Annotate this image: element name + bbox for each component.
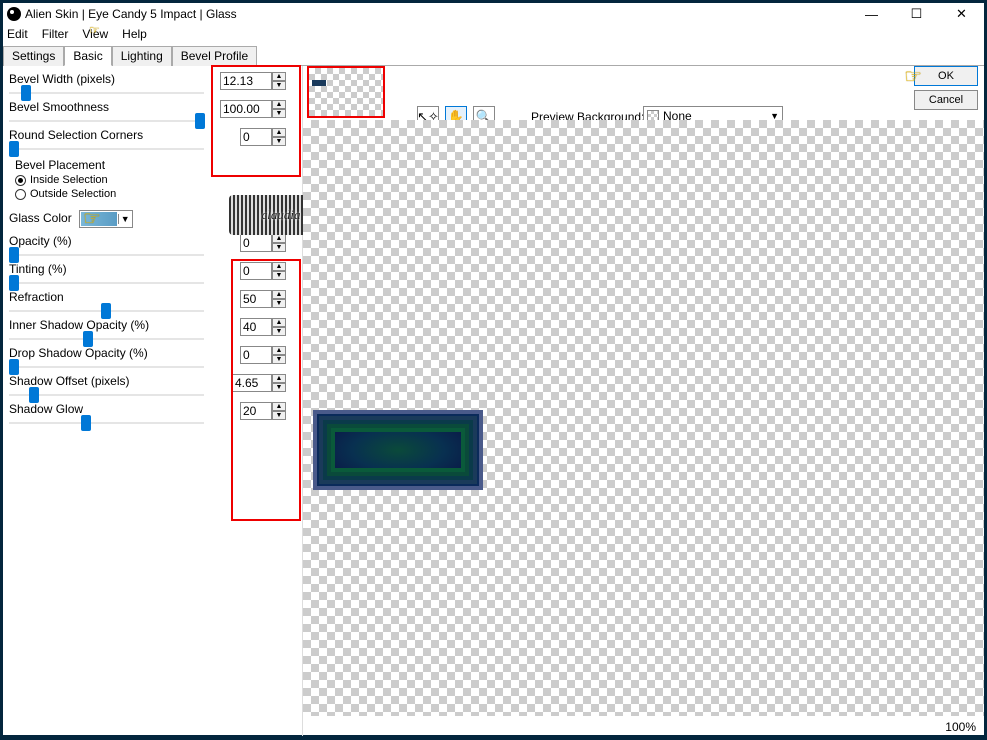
refraction-spinner[interactable]: ▲▼ <box>272 290 286 308</box>
outside-selection-radio[interactable] <box>15 189 26 200</box>
bevel-smoothness-input[interactable] <box>220 100 272 118</box>
maximize-button[interactable]: ☐ <box>894 3 939 25</box>
preview-canvas[interactable] <box>303 120 984 716</box>
bevel-placement-label: Bevel Placement <box>15 158 296 172</box>
tinting-input[interactable] <box>240 262 272 280</box>
annotation-hand-color: ☞ <box>83 206 101 231</box>
glass-effect-preview <box>313 410 483 490</box>
annotation-hand-lighting: ☞ <box>89 23 100 37</box>
annotation-hand-ok: ☞ <box>904 64 922 89</box>
menu-edit[interactable]: Edit <box>7 27 28 41</box>
opacity-input[interactable] <box>240 234 272 252</box>
shadow-offset-slider[interactable] <box>9 394 204 396</box>
menubar: Edit Filter View Help ☞ <box>3 25 984 43</box>
tinting-spinner[interactable]: ▲▼ <box>272 262 286 280</box>
ok-button[interactable]: OK <box>914 66 978 86</box>
menu-filter[interactable]: Filter <box>42 27 69 41</box>
preview-area: ↖✧ ✋ 🔍 Preview Background: None ▼ OK ☞ C… <box>303 66 984 736</box>
bevel-width-spinner[interactable]: ▲▼ <box>272 72 286 90</box>
tab-basic[interactable]: Basic <box>64 46 111 66</box>
tab-bar: Settings Basic Lighting Bevel Profile <box>3 45 984 66</box>
inside-selection-radio[interactable] <box>15 175 26 186</box>
bevel-smoothness-slider[interactable] <box>9 120 204 122</box>
glass-color-label: Glass Color <box>9 211 72 225</box>
round-corners-spinner[interactable]: ▲▼ <box>272 128 286 146</box>
bevel-width-slider[interactable] <box>9 92 204 94</box>
opacity-slider[interactable] <box>9 254 204 256</box>
tab-lighting[interactable]: Lighting <box>112 46 172 66</box>
opacity-spinner[interactable]: ▲▼ <box>272 234 286 252</box>
shadow-glow-slider[interactable] <box>9 422 204 424</box>
tab-bevel-profile[interactable]: Bevel Profile <box>172 46 257 66</box>
shadow-offset-spinner[interactable]: ▲▼ <box>272 374 286 392</box>
refraction-slider[interactable] <box>9 310 204 312</box>
shadow-glow-spinner[interactable]: ▲▼ <box>272 402 286 420</box>
navigator-thumbnail[interactable] <box>307 66 385 118</box>
cancel-button[interactable]: Cancel <box>914 90 978 110</box>
tinting-slider[interactable] <box>9 282 204 284</box>
window-title: Alien Skin | Eye Candy 5 Impact | Glass <box>25 7 849 21</box>
round-corners-input[interactable] <box>240 128 272 146</box>
drop-shadow-input[interactable] <box>240 346 272 364</box>
app-icon <box>7 7 21 21</box>
inside-selection-label: Inside Selection <box>30 174 108 186</box>
inner-shadow-input[interactable] <box>240 318 272 336</box>
inner-shadow-spinner[interactable]: ▲▼ <box>272 318 286 336</box>
bevel-width-input[interactable] <box>220 72 272 90</box>
bevel-smoothness-spinner[interactable]: ▲▼ <box>272 100 286 118</box>
drop-shadow-spinner[interactable]: ▲▼ <box>272 346 286 364</box>
shadow-glow-input[interactable] <box>240 402 272 420</box>
round-corners-slider[interactable] <box>9 148 204 150</box>
titlebar: Alien Skin | Eye Candy 5 Impact | Glass … <box>3 3 984 25</box>
close-button[interactable]: ✕ <box>939 3 984 25</box>
shadow-offset-input[interactable] <box>232 374 272 392</box>
outside-selection-label: Outside Selection <box>30 188 116 200</box>
inner-shadow-slider[interactable] <box>9 338 204 340</box>
minimize-button[interactable]: — <box>849 3 894 25</box>
tab-settings[interactable]: Settings <box>3 46 64 66</box>
menu-help[interactable]: Help <box>122 27 147 41</box>
drop-shadow-slider[interactable] <box>9 366 204 368</box>
refraction-input[interactable] <box>240 290 272 308</box>
zoom-level: 100% <box>945 720 976 734</box>
settings-panel: Bevel Width (pixels) ▲▼ Bevel Smoothness… <box>3 66 303 736</box>
